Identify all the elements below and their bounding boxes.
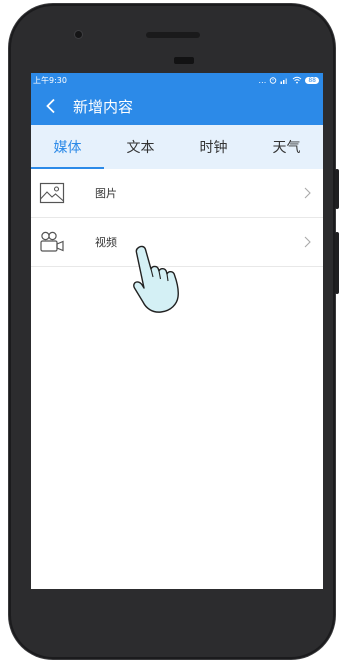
status-bar: 上午9:30 … 88	[31, 73, 323, 87]
title-bar: 新增内容	[31, 87, 323, 125]
tab-media[interactable]: 媒体	[31, 125, 104, 169]
proximity-sensor	[174, 57, 194, 64]
page-title: 新增内容	[73, 97, 134, 116]
image-icon	[39, 180, 65, 206]
front-camera	[75, 31, 82, 38]
battery-indicator: 88	[305, 76, 319, 84]
tab-bar: 媒体 文本 时钟 天气	[31, 125, 323, 169]
chevron-right-icon	[304, 218, 311, 266]
status-icons: … 88	[258, 76, 319, 85]
tab-weather[interactable]: 天气	[250, 125, 323, 169]
alarm-icon	[270, 77, 277, 84]
list-item-label: 图片	[95, 187, 117, 200]
chevron-left-icon	[46, 98, 55, 114]
chevron-right-icon	[304, 169, 311, 217]
back-button[interactable]	[31, 87, 71, 125]
tap-hand-icon	[133, 245, 179, 313]
list-item-label: 视频	[95, 236, 117, 249]
wifi-icon	[293, 76, 302, 84]
tab-clock[interactable]: 时钟	[177, 125, 250, 169]
more-dots-icon: …	[258, 75, 267, 85]
earpiece-speaker	[146, 32, 200, 38]
status-time: 上午9:30	[33, 75, 67, 85]
tab-text[interactable]: 文本	[104, 125, 177, 169]
list-item-image[interactable]: 图片	[31, 169, 323, 218]
volume-button	[335, 232, 339, 294]
power-button	[335, 169, 339, 209]
app-screen: 上午9:30 … 88 新增内容 媒体 文本 时钟 天气 图片 视频	[31, 73, 323, 589]
signal-icon	[280, 78, 288, 84]
video-camera-icon	[39, 229, 65, 255]
